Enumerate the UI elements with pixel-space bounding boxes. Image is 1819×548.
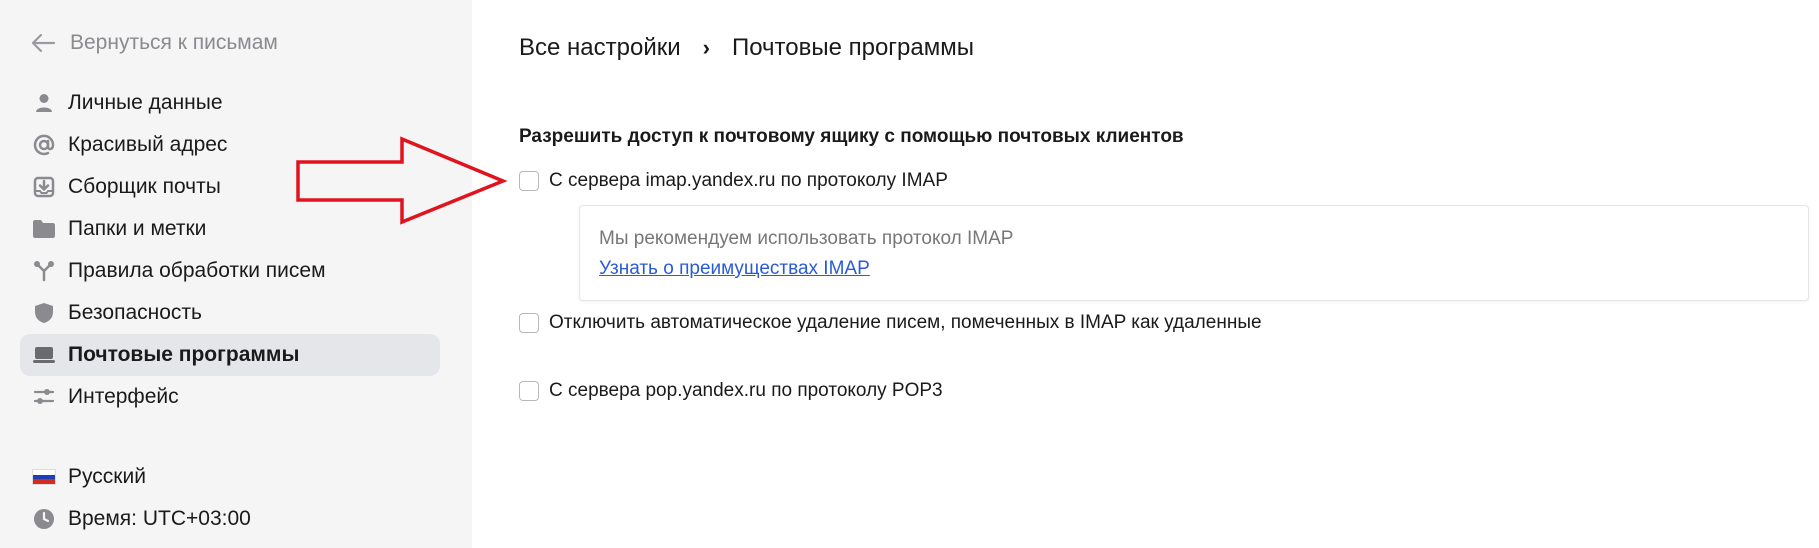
- settings-sidebar: Вернуться к письмам Личные данные Красив…: [0, 0, 472, 548]
- settings-menu: Личные данные Красивый адрес Сборщик поч…: [20, 82, 440, 418]
- sidebar-item-label: Папки и метки: [68, 217, 207, 240]
- pop3-option[interactable]: С сервера pop.yandex.ru по протоколу POP…: [519, 380, 943, 402]
- sidebar-item-label: Красивый адрес: [68, 133, 228, 156]
- rules-icon: [30, 257, 58, 285]
- sidebar-footer: Русский Время: UTC+03:00: [20, 456, 440, 540]
- sliders-icon: [30, 383, 58, 411]
- breadcrumb-separator: ›: [702, 35, 710, 60]
- sidebar-item-label: Интерфейс: [68, 385, 179, 408]
- folder-icon: [30, 215, 58, 243]
- sidebar-item-security[interactable]: Безопасность: [20, 292, 440, 334]
- timezone-selector[interactable]: Время: UTC+03:00: [20, 498, 440, 540]
- language-selector[interactable]: Русский: [20, 456, 440, 498]
- disable-autodelete-label: Отключить автоматическое удаление писем,…: [549, 312, 1262, 333]
- disable-autodelete-option[interactable]: Отключить автоматическое удаление писем,…: [519, 312, 1262, 334]
- sidebar-item-interface[interactable]: Интерфейс: [20, 376, 440, 418]
- language-label: Русский: [68, 465, 146, 488]
- sidebar-item-label: Сборщик почты: [68, 175, 221, 198]
- disable-autodelete-checkbox[interactable]: [519, 313, 539, 333]
- at-icon: [30, 131, 58, 159]
- russia-flag-icon: [30, 463, 58, 491]
- sidebar-item-rules[interactable]: Правила обработки писем: [20, 250, 440, 292]
- imap-checkbox[interactable]: [519, 171, 539, 191]
- laptop-icon: [30, 341, 58, 369]
- back-to-mail-link[interactable]: Вернуться к письмам: [30, 28, 278, 58]
- imap-option[interactable]: С сервера imap.yandex.ru по протоколу IM…: [519, 170, 948, 192]
- imap-info-box: Мы рекомендуем использовать протокол IMA…: [579, 205, 1809, 301]
- user-icon: [30, 89, 58, 117]
- breadcrumb: Все настройки › Почтовые программы: [519, 34, 974, 62]
- annotation-arrow-icon: [296, 136, 508, 225]
- sidebar-item-label: Правила обработки писем: [68, 259, 326, 282]
- clock-icon: [30, 505, 58, 533]
- imap-info-text: Мы рекомендуем использовать протокол IMA…: [599, 228, 1014, 249]
- imap-benefits-link[interactable]: Узнать о преимуществах IMAP: [599, 258, 870, 280]
- sidebar-item-mail-clients[interactable]: Почтовые программы: [20, 334, 440, 376]
- sidebar-item-personal[interactable]: Личные данные: [20, 82, 440, 124]
- imap-option-label: С сервера imap.yandex.ru по протоколу IM…: [549, 170, 948, 191]
- arrow-left-icon: [30, 32, 56, 54]
- sidebar-item-label: Безопасность: [68, 301, 202, 324]
- breadcrumb-root-link[interactable]: Все настройки: [519, 34, 681, 62]
- shield-icon: [30, 299, 58, 327]
- inbox-download-icon: [30, 173, 58, 201]
- sidebar-item-label: Почтовые программы: [68, 343, 300, 366]
- page-title: Почтовые программы: [731, 34, 975, 61]
- pop3-checkbox[interactable]: [519, 381, 539, 401]
- section-title: Разрешить доступ к почтовому ящику с пом…: [519, 126, 1184, 147]
- pop3-option-label: С сервера pop.yandex.ru по протоколу POP…: [549, 380, 943, 401]
- timezone-label: Время: UTC+03:00: [68, 507, 251, 530]
- settings-main: Все настройки › Почтовые программы Разре…: [519, 0, 1819, 548]
- back-label: Вернуться к письмам: [70, 31, 278, 54]
- sidebar-item-label: Личные данные: [68, 91, 223, 114]
